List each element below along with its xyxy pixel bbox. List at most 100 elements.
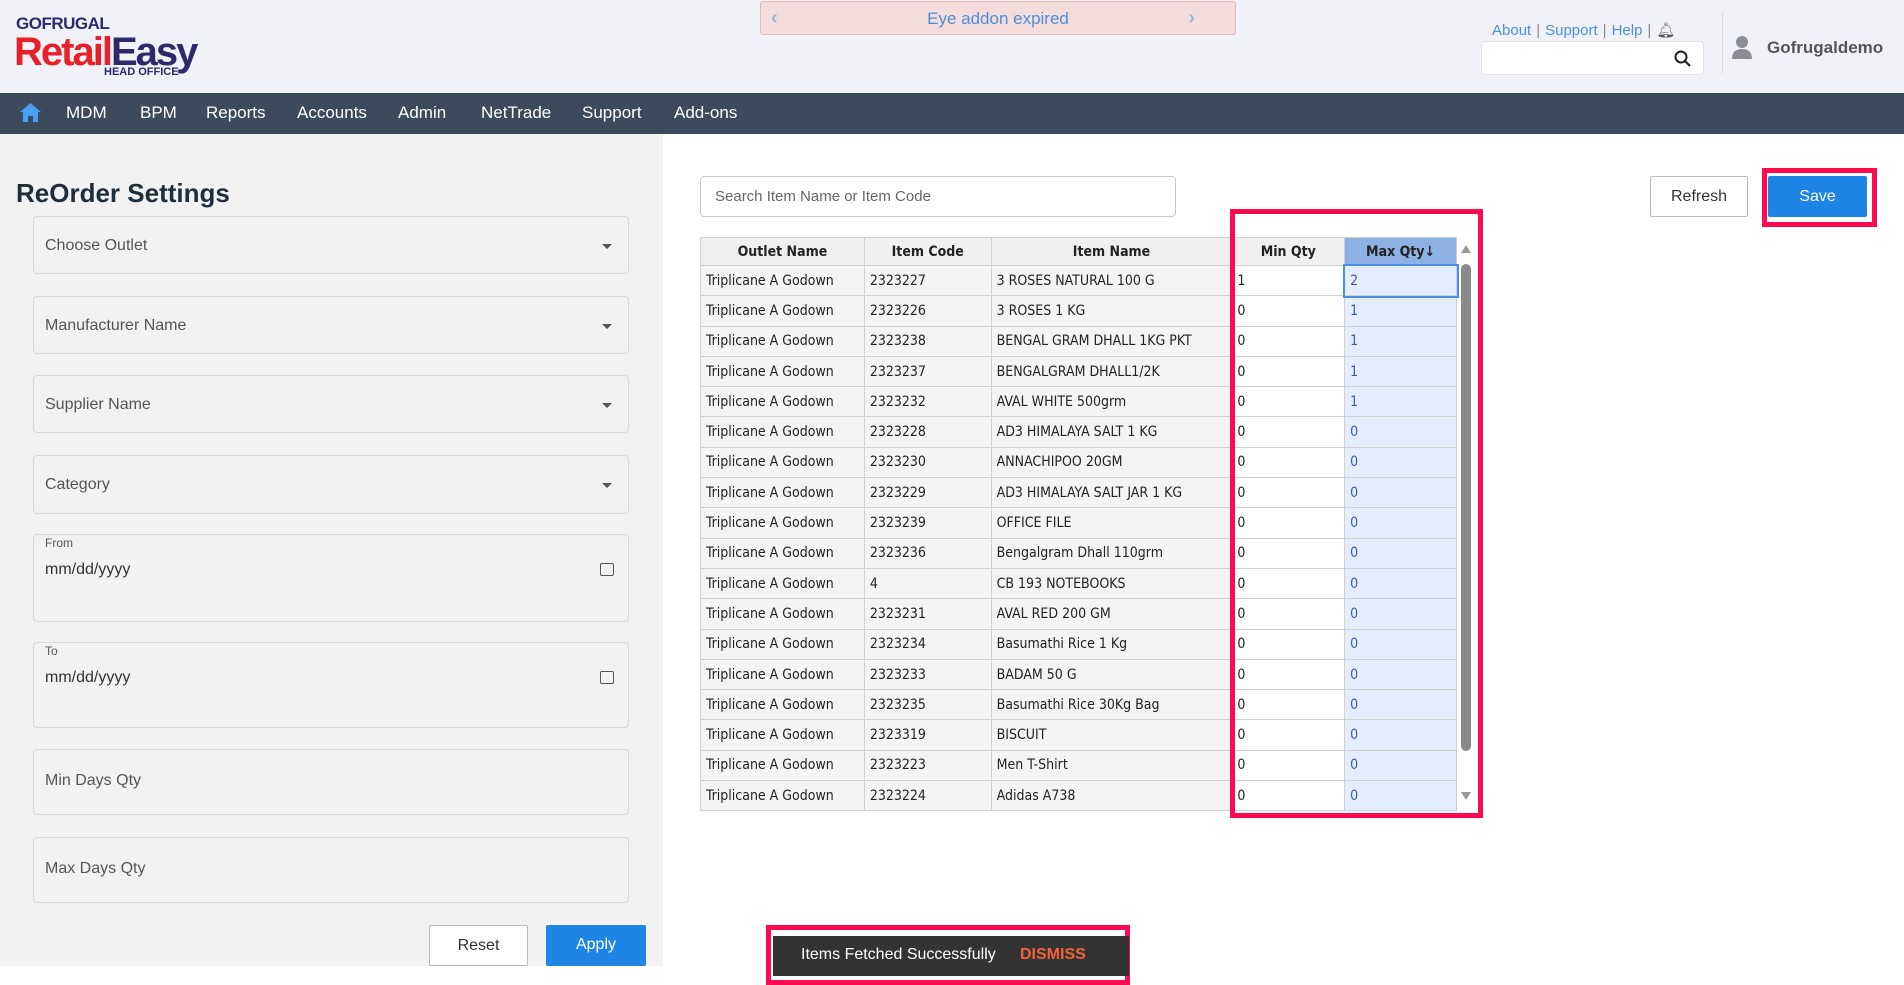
item-name-cell: AVAL RED 200 GM: [990, 598, 1233, 630]
search-icon[interactable]: [1674, 50, 1691, 67]
item-name-cell: OFFICE FILE: [990, 507, 1233, 539]
outlet-placeholder: Choose Outlet: [45, 237, 148, 254]
item-name-cell: ANNACHIPOO 20GM: [990, 446, 1233, 479]
item-code-cell: 2323235: [863, 689, 992, 721]
logo-part: Retail: [14, 30, 113, 74]
nav-admin[interactable]: Admin: [398, 103, 446, 123]
item-name-cell: Men T-Shirt: [990, 749, 1233, 782]
chevron-left-icon[interactable]: ‹: [771, 2, 778, 35]
item-name-cell: Bengalgram Dhall 110grm: [990, 537, 1233, 569]
reset-button[interactable]: Reset: [429, 925, 528, 966]
outlet-cell: Triplicane A Godown: [700, 689, 865, 721]
divider: [1722, 12, 1723, 74]
outlet-cell: Triplicane A Godown: [700, 264, 865, 297]
dismiss-button[interactable]: DISMISS: [1020, 946, 1086, 964]
item-code-cell: 2323239: [863, 507, 992, 539]
item-code-cell: 2323234: [863, 628, 992, 660]
bell-icon[interactable]: 🔔︎: [1656, 22, 1675, 39]
outlet-cell: Triplicane A Godown: [700, 537, 865, 569]
outlet-cell: Triplicane A Godown: [700, 325, 865, 357]
item-code-cell: 2323227: [863, 264, 992, 297]
outlet-cell: Triplicane A Godown: [700, 355, 865, 388]
calendar-icon[interactable]: [600, 563, 614, 576]
item-name-cell: 3 ROSES NATURAL 100 G: [990, 264, 1233, 297]
outlet-cell: Triplicane A Godown: [700, 567, 865, 600]
outlet-cell: Triplicane A Godown: [700, 749, 865, 782]
item-name-cell: CB 193 NOTEBOOKS: [990, 567, 1233, 600]
refresh-button[interactable]: Refresh: [1650, 176, 1748, 217]
global-search-input[interactable]: [1481, 41, 1704, 75]
item-code-cell: 4: [863, 567, 992, 600]
item-name-cell: BENGAL GRAM DHALL 1KG PKT: [990, 325, 1233, 357]
outlet-cell: Triplicane A Godown: [700, 507, 865, 539]
top-links: About | Support | Help | 🔔︎: [1492, 22, 1676, 39]
nav-nettrade[interactable]: NetTrade: [481, 103, 551, 123]
calendar-icon[interactable]: [600, 671, 614, 684]
nav-support[interactable]: Support: [582, 103, 642, 123]
home-icon[interactable]: [19, 102, 42, 123]
user-avatar-icon[interactable]: [1732, 35, 1752, 61]
item-name-cell: AD3 HIMALAYA SALT 1 KG: [990, 416, 1233, 448]
item-code-cell: 2323319: [863, 719, 992, 751]
save-button[interactable]: Save: [1768, 176, 1867, 217]
item-name-cell: BISCUIT: [990, 719, 1233, 751]
to-placeholder: mm/dd/yyyy: [45, 669, 131, 686]
main-nav: MDM BPM Reports Accounts Admin NetTrade …: [0, 93, 1904, 134]
outlet-cell: Triplicane A Godown: [700, 719, 865, 751]
outlet-cell: Triplicane A Godown: [700, 598, 865, 630]
apply-button[interactable]: Apply: [546, 925, 646, 966]
chevron-right-icon[interactable]: ›: [1188, 2, 1195, 35]
outlet-cell: Triplicane A Godown: [700, 477, 865, 509]
item-code-cell: 2323228: [863, 416, 992, 448]
highlight-box: [1230, 209, 1483, 818]
category-select[interactable]: Category: [33, 455, 629, 514]
outlet-cell: Triplicane A Godown: [700, 628, 865, 660]
nav-add-ons[interactable]: Add-ons: [674, 103, 737, 123]
chevron-down-icon: [602, 244, 612, 249]
support-link[interactable]: Support: [1545, 22, 1598, 39]
nav-mdm[interactable]: MDM: [66, 103, 107, 123]
max-days-placeholder: Max Days Qty: [45, 860, 146, 877]
min-days-qty-input[interactable]: Min Days Qty: [33, 749, 629, 815]
manufacturer-placeholder: Manufacturer Name: [45, 317, 187, 334]
chevron-down-icon: [602, 324, 612, 329]
max-days-qty-input[interactable]: Max Days Qty: [33, 837, 629, 903]
item-name-cell: Basumathi Rice 1 Kg: [990, 628, 1233, 660]
outlet-cell: Triplicane A Godown: [700, 780, 865, 812]
item-search-input[interactable]: Search Item Name or Item Code: [700, 176, 1176, 217]
item-name-cell: Adidas A738: [990, 780, 1233, 812]
category-placeholder: Category: [45, 476, 110, 493]
item-name-cell: BENGALGRAM DHALL1/2K: [990, 355, 1233, 388]
item-name-cell: AD3 HIMALAYA SALT JAR 1 KG: [990, 477, 1233, 509]
item-code-cell: 2323229: [863, 477, 992, 509]
col-header-item-name[interactable]: Item Name: [990, 237, 1233, 266]
item-code-cell: 2323236: [863, 537, 992, 569]
user-name[interactable]: Gofrugaldemo: [1767, 38, 1883, 58]
help-link[interactable]: Help: [1612, 22, 1643, 39]
nav-bpm[interactable]: BPM: [140, 103, 177, 123]
item-code-cell: 2323226: [863, 295, 992, 327]
toast: Items Fetched Successfully DISMISS: [773, 936, 1129, 976]
chevron-down-icon: [602, 403, 612, 408]
banner-text: Eye addon expired: [927, 9, 1069, 28]
supplier-select[interactable]: Supplier Name: [33, 375, 629, 433]
item-code-cell: 2323224: [863, 780, 992, 812]
item-code-cell: 2323223: [863, 749, 992, 782]
col-header-item-code[interactable]: Item Code: [863, 237, 992, 266]
item-name-cell: AVAL WHITE 500grm: [990, 386, 1233, 418]
nav-accounts[interactable]: Accounts: [297, 103, 367, 123]
page-title: ReOrder Settings: [16, 178, 230, 208]
toast-message: Items Fetched Successfully: [801, 946, 996, 963]
about-link[interactable]: About: [1492, 22, 1531, 39]
nav-reports[interactable]: Reports: [206, 103, 266, 123]
outlet-select[interactable]: Choose Outlet: [33, 216, 629, 274]
col-header-outlet[interactable]: Outlet Name: [700, 237, 865, 266]
to-date-input[interactable]: To mm/dd/yyyy: [33, 642, 629, 728]
item-code-cell: 2323233: [863, 658, 992, 691]
outlet-cell: Triplicane A Godown: [700, 416, 865, 448]
manufacturer-select[interactable]: Manufacturer Name: [33, 296, 629, 354]
item-code-cell: 2323232: [863, 386, 992, 418]
item-code-cell: 2323231: [863, 598, 992, 630]
from-date-input[interactable]: From mm/dd/yyyy: [33, 534, 629, 622]
notice-banner: ‹ Eye addon expired ›: [760, 1, 1236, 35]
